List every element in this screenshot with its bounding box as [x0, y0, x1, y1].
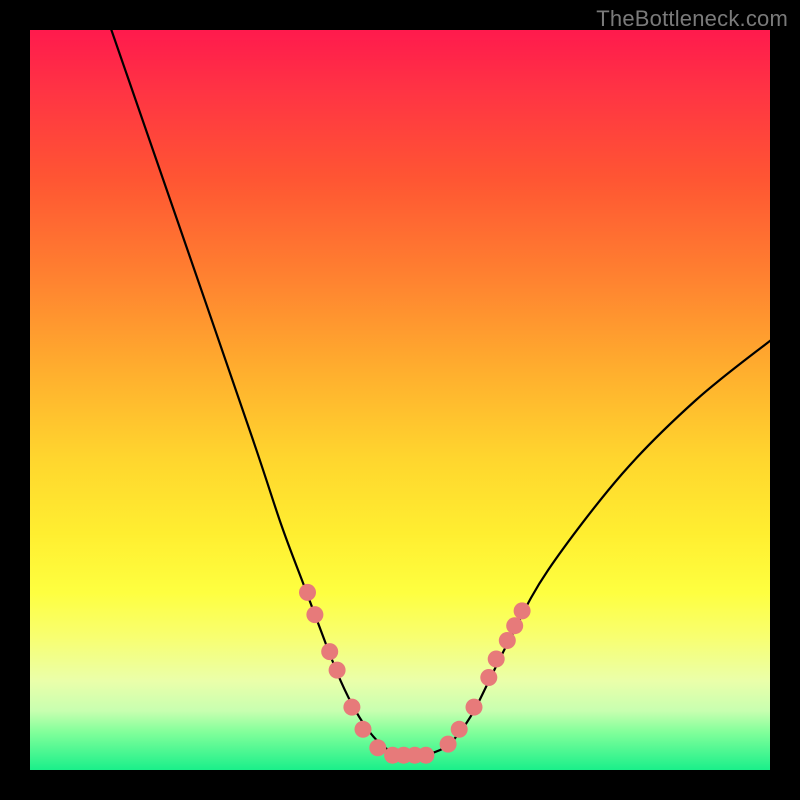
highlight-dot — [343, 699, 360, 716]
highlight-dot — [451, 721, 468, 738]
highlight-dot — [321, 643, 338, 660]
chart-frame: TheBottleneck.com — [0, 0, 800, 800]
highlight-dot — [466, 699, 483, 716]
highlight-dot — [506, 617, 523, 634]
watermark-text: TheBottleneck.com — [596, 6, 788, 32]
highlight-dot — [299, 584, 316, 601]
highlight-dot — [488, 651, 505, 668]
highlight-dot — [499, 632, 516, 649]
bottleneck-curve — [111, 30, 770, 756]
highlight-dot — [306, 606, 323, 623]
highlight-dot — [417, 747, 434, 764]
highlight-dot — [480, 669, 497, 686]
chart-svg — [30, 30, 770, 770]
highlight-dots — [299, 584, 531, 764]
plot-area — [30, 30, 770, 770]
highlight-dot — [369, 739, 386, 756]
highlight-dot — [355, 721, 372, 738]
highlight-dot — [329, 662, 346, 679]
highlight-dot — [514, 602, 531, 619]
highlight-dot — [440, 736, 457, 753]
